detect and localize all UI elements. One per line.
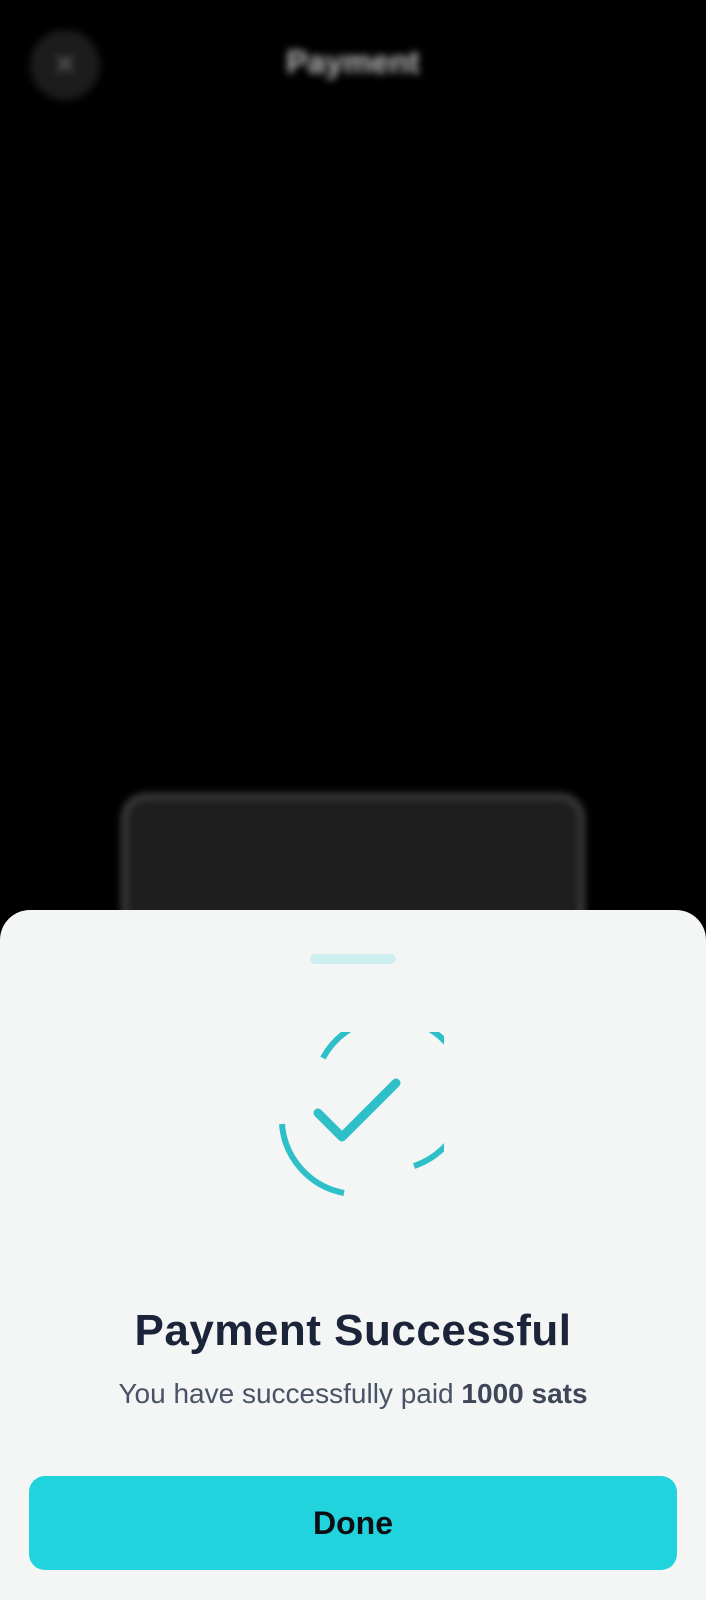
page-title: Payment bbox=[286, 44, 420, 80]
check-circle-icon bbox=[279, 1032, 444, 1196]
message-prefix: You have successfully paid bbox=[118, 1378, 454, 1409]
sheet-drag-handle[interactable] bbox=[310, 954, 396, 964]
payment-amount: 1000 sats bbox=[461, 1378, 588, 1409]
done-button[interactable]: Done bbox=[29, 1476, 677, 1570]
success-message: You have successfully paid 1000 sats bbox=[0, 1378, 706, 1410]
payment-screen: ✕ Payment Payment Successful You have su… bbox=[0, 0, 706, 1600]
success-heading: Payment Successful bbox=[134, 1306, 572, 1355]
success-bottom-sheet: Payment Successful You have successfully… bbox=[0, 910, 706, 1600]
